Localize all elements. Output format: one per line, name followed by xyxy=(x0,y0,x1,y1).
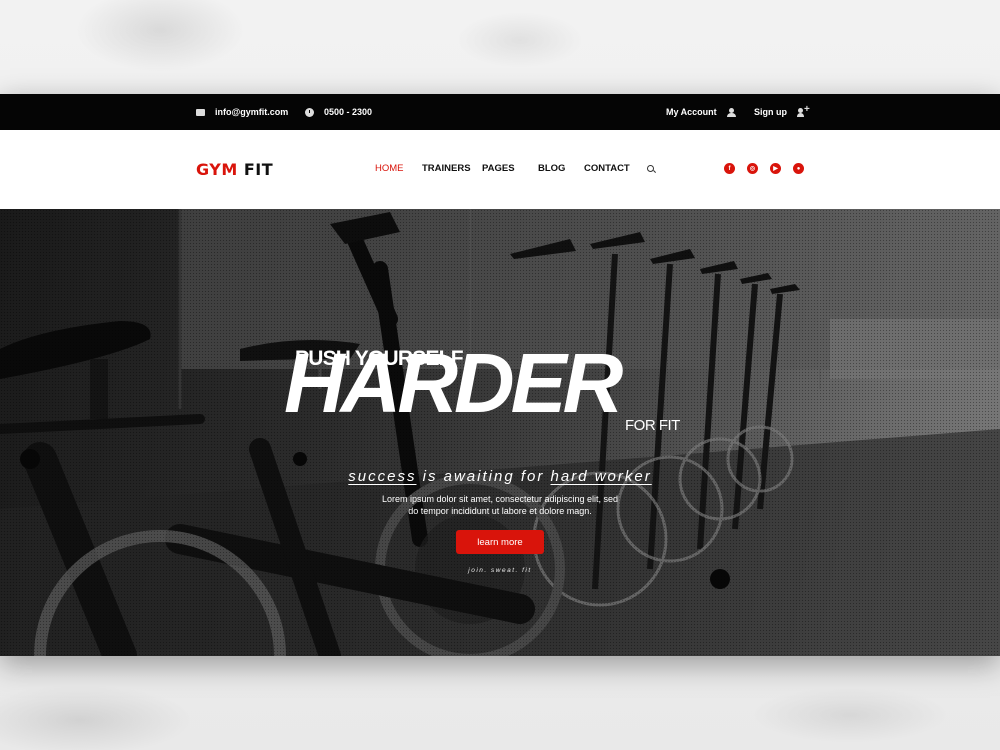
hero-tagline: success is awaiting for hard worker xyxy=(0,468,1000,485)
nav-pages[interactable]: PAGES xyxy=(482,163,515,174)
logo-part-gym: GYM xyxy=(196,160,238,179)
learn-more-button[interactable]: learn more xyxy=(456,530,544,554)
nav-trainers[interactable]: TRAINERS xyxy=(422,163,471,174)
hero-kicker: PUSH YOURSELF xyxy=(295,347,464,370)
envelope-icon xyxy=(196,108,205,116)
logo[interactable]: GYM FIT xyxy=(196,160,273,179)
clock-icon xyxy=(305,107,314,117)
hero-motto: join. sweat. fit xyxy=(468,567,532,574)
youtube-icon[interactable]: ▶ xyxy=(770,163,781,174)
tagline-word-hard-worker: hard worker xyxy=(550,468,652,485)
my-account-link[interactable]: My Account xyxy=(666,94,736,130)
top-bar: info@gymfit.com 0500 - 2300 My Account S… xyxy=(0,94,1000,130)
nav-contact[interactable]: CONTACT xyxy=(584,163,630,174)
user-plus-icon xyxy=(797,104,810,117)
instagram-icon[interactable]: ◎ xyxy=(747,163,758,174)
email-text: info@gymfit.com xyxy=(215,107,289,117)
hero-description: Lorem ipsum dolor sit amet, consectetur … xyxy=(360,493,640,517)
search-icon[interactable] xyxy=(647,165,654,172)
my-account-label: My Account xyxy=(666,107,717,117)
tagline-word-success: success xyxy=(348,468,417,485)
tagline-middle: is awaiting for xyxy=(416,468,551,485)
hero-subhead: FOR FIT xyxy=(625,417,680,434)
nav-home[interactable]: HOME xyxy=(375,163,404,174)
signup-link[interactable]: Sign up xyxy=(754,94,810,130)
nav-blog[interactable]: BLOG xyxy=(538,163,565,174)
email-item[interactable]: info@gymfit.com xyxy=(196,94,288,130)
logo-part-fit: FIT xyxy=(243,160,274,179)
main-navbar: GYM FIT HOME TRAINERS PAGES BLOG CONTACT xyxy=(0,130,1000,209)
hours-text: 0500 - 2300 xyxy=(324,107,373,117)
snapchat-icon[interactable]: ● xyxy=(793,163,804,174)
website-mockup: info@gymfit.com 0500 - 2300 My Account S… xyxy=(0,94,1000,656)
hero-description-line-2: do tempor incididunt ut labore et dolore… xyxy=(408,506,592,516)
user-icon xyxy=(726,107,736,117)
hours-item: 0500 - 2300 xyxy=(305,94,372,130)
hero-content: HARDER PUSH YOURSELF FOR FIT success is … xyxy=(0,209,1000,656)
hero-section: HARDER PUSH YOURSELF FOR FIT success is … xyxy=(0,209,1000,656)
facebook-icon[interactable]: f xyxy=(724,163,735,174)
hero-description-line-1: Lorem ipsum dolor sit amet, consectetur … xyxy=(381,494,619,504)
signup-label: Sign up xyxy=(754,107,787,117)
